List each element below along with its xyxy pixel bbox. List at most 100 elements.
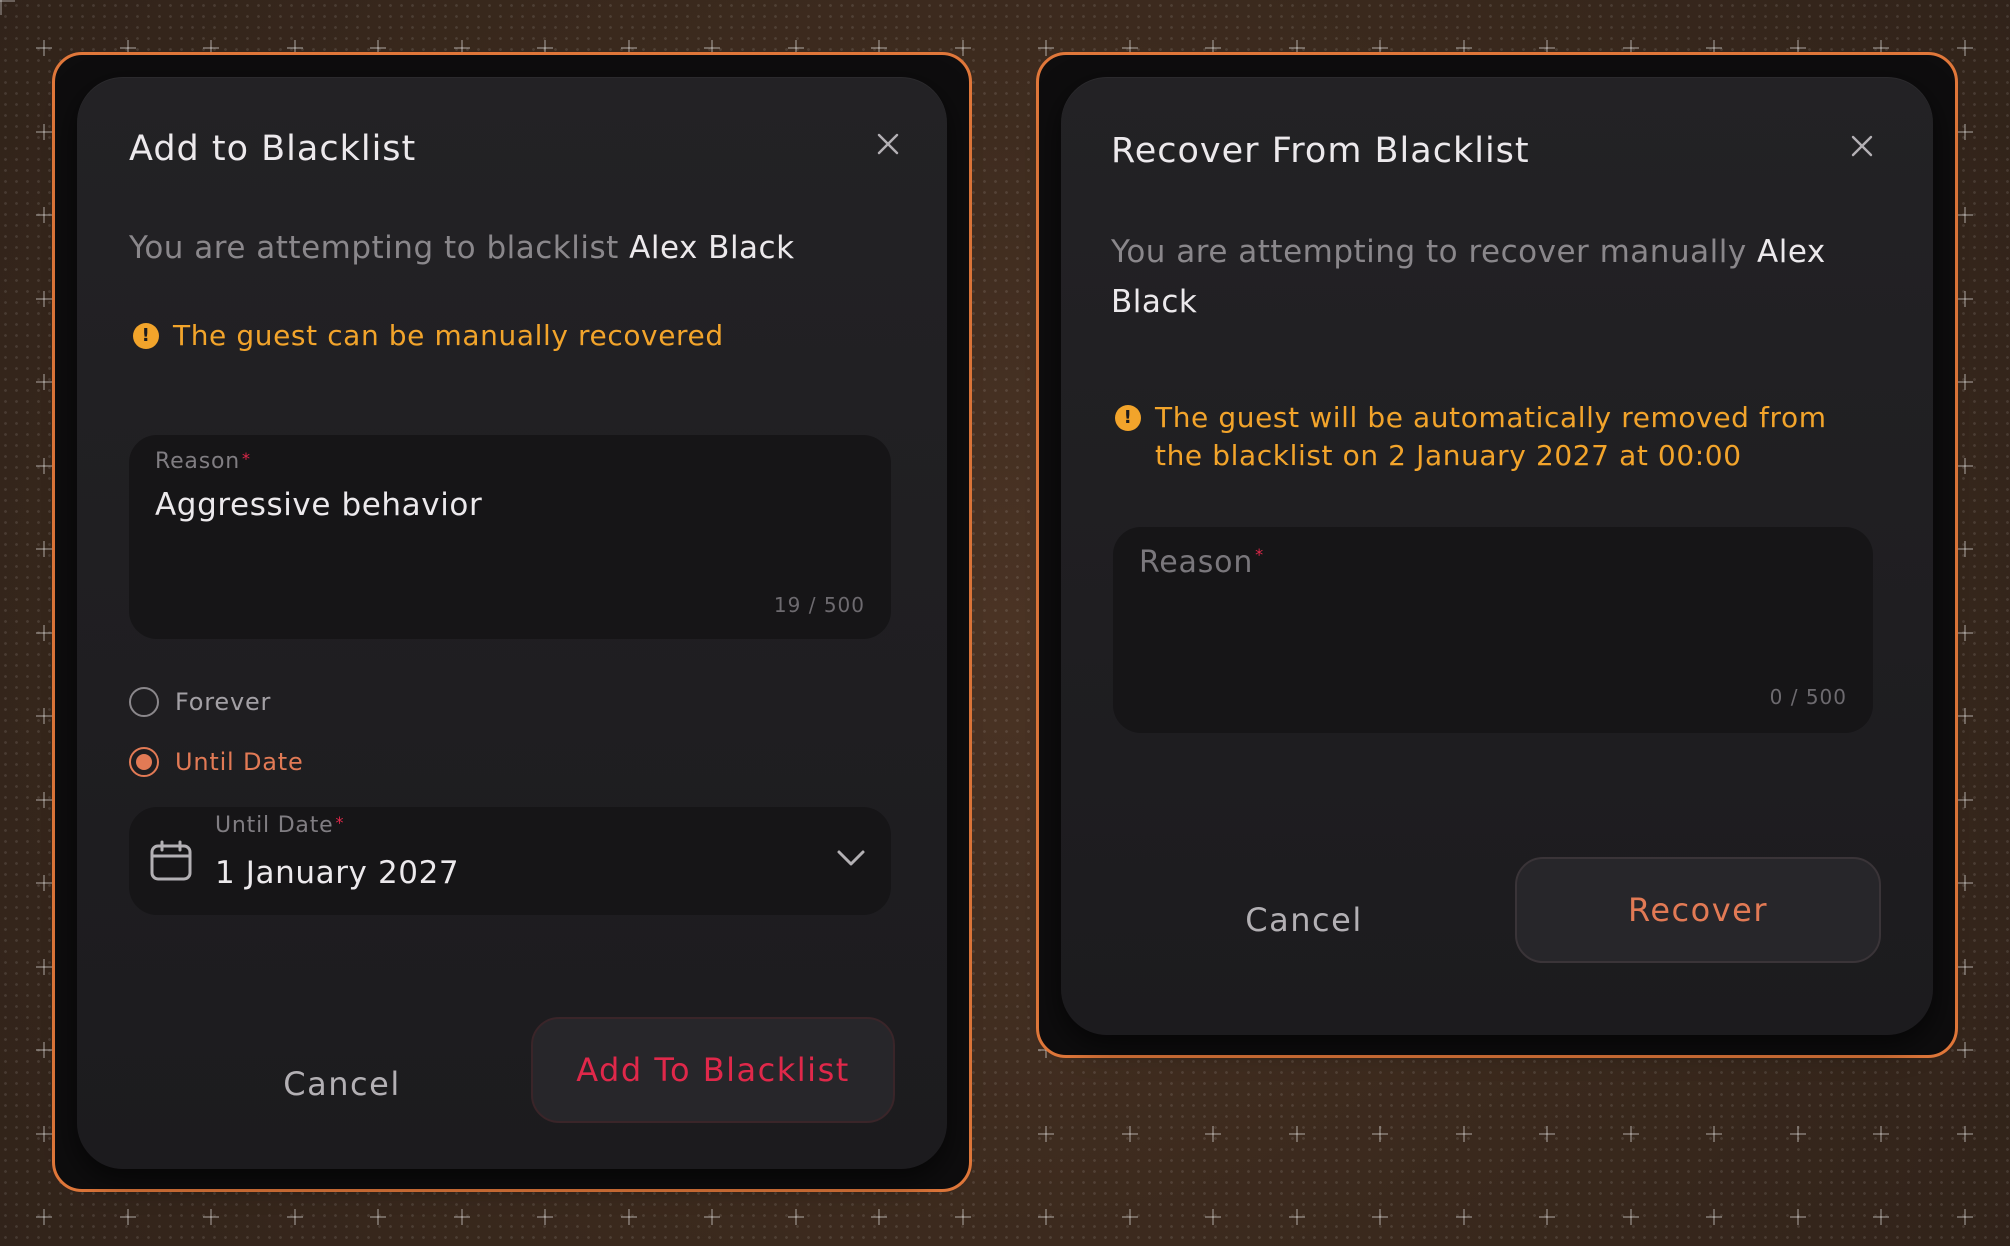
background-plus-mark: [1622, 1125, 1639, 1142]
background-plus-mark: [1956, 1209, 1973, 1225]
warning-message: ! The guest will be automatically remove…: [1115, 399, 1895, 475]
background-plus-mark: [286, 1209, 303, 1225]
recover-dialog-frame: Recover From Blacklist You are attemptin…: [1036, 52, 1958, 1058]
until-date-value: 1 January 2027: [215, 855, 460, 891]
background-plus-mark: [1789, 1125, 1806, 1142]
radio-circle[interactable]: [129, 687, 159, 717]
background-plus-mark: [1956, 457, 1973, 474]
until-date-label: Until Date *: [215, 813, 345, 838]
background-plus-mark: [620, 1209, 637, 1225]
warning-icon: !: [1115, 405, 1141, 431]
background-plus-mark: [954, 1209, 971, 1225]
background-plus-mark: [36, 1042, 52, 1058]
until-date-select[interactable]: Until Date * 1 January 2027: [129, 807, 891, 915]
background-plus-mark: [1956, 207, 1973, 223]
add-dialog-frame: Add to Blacklist You are attempting to b…: [52, 52, 972, 1192]
background-plus-mark: [1622, 1209, 1639, 1225]
background-plus-mark: [1455, 1209, 1472, 1225]
background-plus-mark: [1121, 1209, 1138, 1225]
background-plus-mark: [370, 1209, 386, 1225]
background-plus-mark: [1706, 1209, 1722, 1225]
background-plus-mark: [954, 40, 971, 56]
background-plus-mark: [1205, 1209, 1221, 1225]
background-plus-mark: [1372, 1125, 1388, 1142]
background-plus-mark: [36, 374, 52, 390]
background-plus-mark: [36, 791, 52, 808]
background-plus-mark: [1539, 1125, 1555, 1142]
background-plus-mark: [36, 1209, 52, 1225]
guest-name-first: Alex: [1757, 234, 1826, 270]
background-plus-mark: [1956, 791, 1973, 808]
background-plus-mark: [1789, 1209, 1806, 1225]
warning-message: ! The guest can be manually recovered: [133, 317, 893, 355]
radio-until-date[interactable]: Until Date: [129, 747, 304, 777]
recover-from-blacklist-dialog: Recover From Blacklist You are attemptin…: [1061, 77, 1933, 1035]
background-plus-mark: [36, 40, 52, 56]
reason-counter: 0 / 500: [1769, 685, 1847, 709]
add-to-blacklist-button[interactable]: Add To Blacklist: [531, 1017, 895, 1123]
background-plus-mark: [36, 958, 52, 975]
background-plus-mark: [119, 1209, 136, 1225]
chevron-down-icon[interactable]: [835, 847, 867, 869]
background-plus-mark: [36, 624, 52, 641]
background-plus-mark: [36, 207, 52, 223]
background-plus-mark: [787, 1209, 804, 1225]
background-plus-mark: [1038, 1209, 1054, 1225]
warning-icon: !: [133, 323, 159, 349]
background-plus-mark: [36, 875, 52, 891]
close-button[interactable]: [1847, 131, 1877, 161]
background-plus-mark: [36, 1125, 52, 1142]
background-plus-mark: [203, 1209, 219, 1225]
radio-forever[interactable]: Forever: [129, 687, 271, 717]
background-plus-mark: [36, 708, 52, 724]
subtitle-text: You are attempting to blacklist: [129, 230, 630, 266]
radio-circle-checked[interactable]: [129, 747, 159, 777]
warning-text: The guest will be automatically removed …: [1155, 401, 1827, 472]
reason-label: Reason *: [155, 449, 251, 474]
background-plus-mark: [1455, 1125, 1472, 1142]
background-plus-mark: [1205, 1125, 1221, 1142]
background-plus-mark: [1956, 123, 1973, 140]
dialog-title: Recover From Blacklist: [1111, 131, 1530, 171]
background-plus-mark: [1038, 40, 1054, 56]
dialog-subtitle: You are attempting to recover manually A…: [1111, 227, 1871, 327]
background-plus-mark: [453, 1209, 470, 1225]
background-plus-mark: [1038, 1125, 1054, 1142]
background-plus-mark: [1706, 1125, 1722, 1142]
background-plus-mark: [1539, 1209, 1555, 1225]
background-plus-mark: [1956, 875, 1973, 891]
background-plus-mark: [1956, 290, 1973, 307]
warning-text: The guest can be manually recovered: [173, 319, 724, 352]
dialog-subtitle: You are attempting to blacklist Alex Bla…: [129, 223, 899, 273]
background-plus-mark: [1956, 40, 1973, 56]
subtitle-text: You are attempting to recover manually: [1111, 234, 1758, 270]
recover-button[interactable]: Recover: [1515, 857, 1881, 963]
reason-value[interactable]: Aggressive behavior: [155, 487, 482, 523]
guest-name-last: Black: [1111, 284, 1198, 320]
radio-label: Until Date: [175, 748, 304, 776]
background-plus-mark: [1956, 958, 1973, 975]
background-plus-mark: [1372, 1209, 1388, 1225]
add-to-blacklist-dialog: Add to Blacklist You are attempting to b…: [77, 77, 947, 1169]
background-plus-mark: [1956, 708, 1973, 724]
background-plus-mark: [1956, 624, 1973, 641]
reason-field[interactable]: Reason * Aggressive behavior 19 / 500: [129, 435, 891, 639]
background-plus-mark: [871, 1209, 887, 1225]
cancel-button[interactable]: Cancel: [1189, 885, 1419, 955]
background-plus-mark: [1956, 1125, 1973, 1142]
background-plus-mark: [36, 457, 52, 474]
reason-placeholder: Reason *: [1139, 545, 1264, 580]
background-plus-mark: [36, 541, 52, 557]
close-icon: [1851, 135, 1873, 157]
background-plus-mark: [1873, 1125, 1889, 1142]
reason-field[interactable]: Reason * 0 / 500: [1113, 527, 1873, 733]
background-plus-mark: [1121, 1125, 1138, 1142]
calendar-icon: [150, 840, 192, 881]
background-plus-mark: [537, 1209, 553, 1225]
background-plus-mark: [36, 290, 52, 307]
background-plus-mark: [704, 1209, 720, 1225]
background-plus-mark: [1956, 374, 1973, 390]
close-button[interactable]: [873, 129, 903, 159]
background-plus-mark: [1288, 1125, 1305, 1142]
cancel-button[interactable]: Cancel: [227, 1049, 457, 1119]
